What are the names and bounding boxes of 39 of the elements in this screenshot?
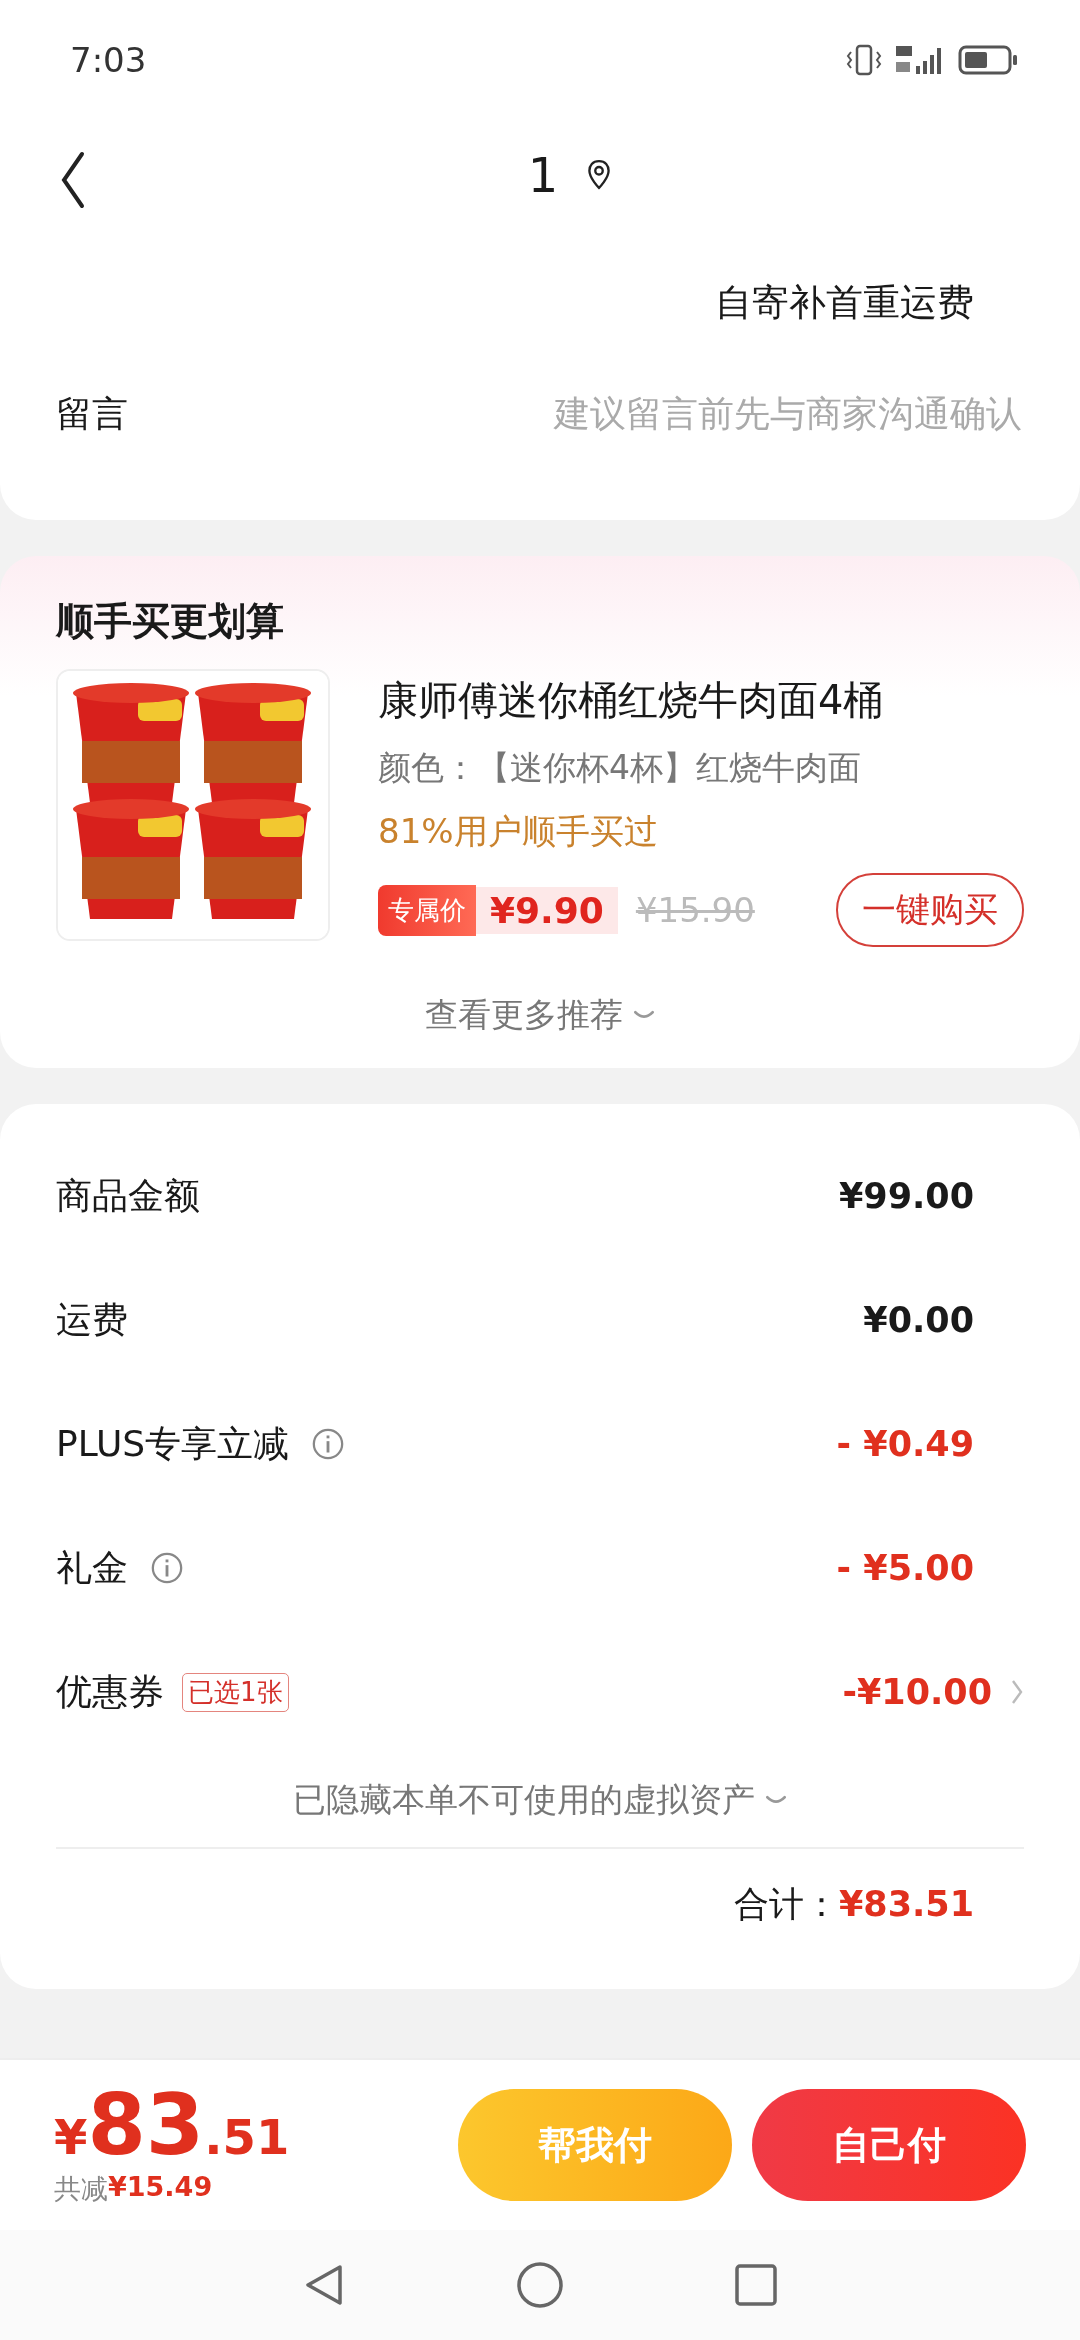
summary-value: -¥10.00 — [842, 1672, 992, 1712]
buy-now-button[interactable]: 一键购买 — [836, 873, 1024, 947]
price-tag: 专属价 — [378, 884, 476, 936]
battery-icon — [958, 44, 1018, 76]
location-pin-icon[interactable] — [586, 159, 613, 191]
coupon-badge: 已选1张 — [182, 1672, 289, 1712]
summary-label: 礼金 — [56, 1545, 128, 1590]
summary-label: 商品金额 — [56, 1173, 200, 1218]
recents-icon[interactable] — [734, 2263, 778, 2307]
saved-label: 共减 — [54, 2172, 108, 2206]
saved-amount: ¥15.49 — [108, 2171, 213, 2204]
summary-label: PLUS专享立减 — [56, 1421, 290, 1466]
summary-value: - ¥5.00 — [836, 1548, 974, 1588]
message-field[interactable]: 建议留言前先与商家沟通确认 — [554, 390, 1022, 439]
purchase-stat: 81%用户顺手买过 — [378, 810, 659, 853]
product-spec: 颜色：【迷你杯4杯】红烧牛肉面 — [378, 747, 862, 789]
summary-value: - ¥0.49 — [836, 1424, 974, 1464]
summary-label: 运费 — [56, 1297, 128, 1342]
info-icon[interactable] — [311, 1427, 346, 1461]
total-value: ¥83.51 — [838, 1884, 974, 1924]
original-price: ¥15.90 — [635, 890, 755, 930]
product-name[interactable]: 康师傅迷你桶红烧牛肉面4桶 — [378, 673, 1024, 728]
summary-label: 优惠券 — [56, 1669, 164, 1714]
shipping-note: 自寄补首重运费 — [715, 280, 974, 326]
total-label: 合计： — [733, 1882, 839, 1926]
info-icon[interactable] — [150, 1551, 184, 1585]
vibrate-icon — [846, 42, 882, 78]
summary-value: ¥0.00 — [863, 1300, 974, 1340]
pay-amount: ¥83.51 — [54, 2083, 290, 2167]
product-price: ¥9.90 — [476, 886, 618, 934]
status-time: 7:03 — [70, 40, 147, 80]
message-label: 留言 — [56, 392, 128, 436]
home-icon[interactable] — [516, 2261, 564, 2309]
more-recommendations-link[interactable]: 查看更多推荐 — [425, 993, 623, 1038]
hidden-assets-note[interactable]: 已隐藏本单不可使用的虚拟资产 — [293, 1778, 755, 1823]
pay-button[interactable]: 自己付 — [752, 2089, 1026, 2201]
page-title: 1 — [527, 147, 559, 203]
section-title: 顺手买更划算 — [56, 598, 285, 645]
summary-value: ¥99.00 — [838, 1176, 974, 1216]
